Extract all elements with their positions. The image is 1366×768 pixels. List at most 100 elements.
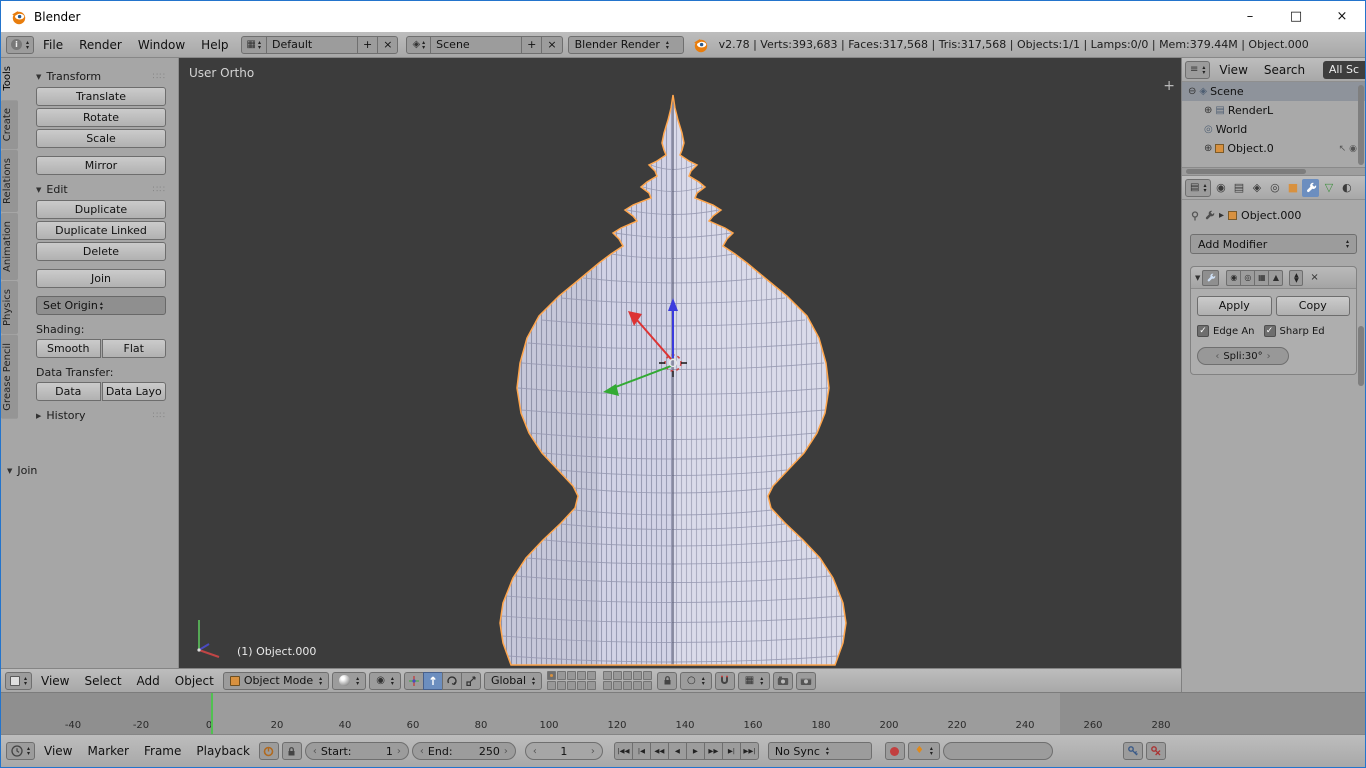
panel-header-history[interactable]: History: [36, 409, 166, 422]
3d-viewport-canvas[interactable]: [179, 58, 1181, 668]
panel-grip-icon[interactable]: [153, 411, 166, 421]
layer-cell[interactable]: [623, 671, 632, 680]
timeline-menu-playback[interactable]: Playback: [190, 744, 256, 758]
menu-window[interactable]: Window: [131, 33, 192, 57]
layer-cell[interactable]: [603, 681, 612, 690]
layer-cell[interactable]: [613, 681, 622, 690]
pin-icon[interactable]: [1190, 211, 1200, 221]
transform-orientation-dropdown[interactable]: Global: [484, 672, 542, 690]
layer-cell[interactable]: [547, 681, 556, 690]
panel-header-redo-join[interactable]: Join: [7, 464, 168, 477]
layout-close-button[interactable]: ×: [377, 36, 398, 54]
layer-cell[interactable]: [587, 681, 596, 690]
tab-material[interactable]: ◐: [1338, 179, 1355, 197]
layer-cell[interactable]: [557, 681, 566, 690]
shelf-tab-relations[interactable]: Relations: [1, 150, 18, 212]
proportional-edit-dropdown[interactable]: ○: [680, 672, 712, 690]
snap-element-dropdown[interactable]: ▦: [738, 672, 770, 690]
expand-icon[interactable]: ⊕: [1204, 106, 1212, 116]
panel-header-edit[interactable]: Edit: [36, 183, 166, 196]
layer-cell[interactable]: [613, 671, 622, 680]
panel-grip-icon[interactable]: [153, 185, 166, 195]
outliner-vertical-scrollbar[interactable]: [1358, 85, 1364, 165]
data-transfer-layout-button[interactable]: Data Layo: [102, 382, 167, 401]
snap-toggle-button[interactable]: [715, 672, 735, 690]
tab-object-data[interactable]: ▽: [1320, 179, 1337, 197]
split-angle-slider[interactable]: Spli:30°: [1197, 347, 1289, 365]
insert-keyframe-button[interactable]: [1123, 742, 1143, 760]
panel-header-transform[interactable]: Transform: [36, 70, 166, 83]
menu-render[interactable]: Render: [72, 33, 129, 57]
set-origin-dropdown[interactable]: Set Origin: [36, 296, 166, 315]
scrollbar-thumb[interactable]: [1186, 169, 1306, 174]
jump-prev-keyframe-button[interactable]: |◀: [632, 742, 651, 760]
timeline-ruler[interactable]: -40 -20 0 20 40 60 80 100 120 140 160 18…: [1, 692, 1365, 734]
tab-modifiers[interactable]: [1302, 179, 1319, 197]
layer-cell[interactable]: [557, 671, 566, 680]
minimize-button[interactable]: –: [1227, 1, 1273, 32]
use-preview-range-button[interactable]: [259, 742, 279, 760]
maximize-button[interactable]: □: [1273, 1, 1319, 32]
duplicate-button[interactable]: Duplicate: [36, 200, 166, 219]
mode-dropdown[interactable]: Object Mode: [223, 672, 329, 690]
menu-select[interactable]: Select: [79, 674, 128, 688]
restrict-render-icon[interactable]: ◉: [1349, 144, 1357, 154]
layout-add-button[interactable]: +: [357, 36, 378, 54]
window-titlebar[interactable]: Blender – □ ×: [1, 1, 1365, 32]
toggle-render-icon[interactable]: ◉: [1226, 270, 1241, 286]
viewport-shading-dropdown[interactable]: [332, 672, 366, 690]
add-modifier-dropdown[interactable]: Add Modifier: [1190, 234, 1357, 254]
play-reverse-button[interactable]: ◀: [668, 742, 687, 760]
outliner-row-world[interactable]: ◎ World: [1182, 120, 1365, 139]
outliner-row-scene[interactable]: ⊖ ◈ Scene: [1182, 82, 1365, 101]
jump-to-start-button[interactable]: |◀◀: [614, 742, 633, 760]
layer-cell[interactable]: [567, 671, 576, 680]
tab-scene[interactable]: ◈: [1248, 179, 1265, 197]
shade-flat-button[interactable]: Flat: [102, 339, 167, 358]
menu-object[interactable]: Object: [169, 674, 220, 688]
rotate-button[interactable]: Rotate: [36, 108, 166, 127]
current-frame-field[interactable]: 1: [525, 742, 603, 760]
layer-cell[interactable]: [603, 671, 612, 680]
viewport[interactable]: User Ortho (1) Object.000 + Tools Create…: [1, 58, 1181, 668]
layer-cell[interactable]: [577, 671, 586, 680]
jump-next-keyframe-button[interactable]: ▶|: [722, 742, 741, 760]
outliner-scope-dropdown[interactable]: All Sc: [1323, 61, 1365, 79]
editor-type-button-info[interactable]: i: [6, 36, 34, 54]
layers-widget-left[interactable]: [547, 671, 596, 690]
expand-icon[interactable]: ⊕: [1204, 144, 1212, 154]
duplicate-linked-button[interactable]: Duplicate Linked: [36, 221, 166, 240]
join-button[interactable]: Join: [36, 269, 166, 288]
scale-button[interactable]: Scale: [36, 129, 166, 148]
render-engine-dropdown[interactable]: Blender Render: [568, 36, 684, 54]
scene-close-button[interactable]: ×: [541, 36, 562, 54]
outliner-horizontal-scrollbar[interactable]: [1182, 167, 1365, 175]
shelf-tab-create[interactable]: Create: [1, 100, 18, 149]
record-button[interactable]: [885, 742, 905, 760]
apply-modifier-button[interactable]: Apply: [1197, 296, 1272, 316]
outliner-row-object[interactable]: ⊕ Object.0 ↖ ◉: [1182, 139, 1365, 158]
scene-name-field[interactable]: Scene: [430, 36, 522, 54]
active-keying-set-field[interactable]: [943, 742, 1053, 760]
shelf-tab-tools[interactable]: Tools: [1, 58, 18, 99]
collapse-icon[interactable]: ⊖: [1188, 87, 1196, 97]
restrict-select-icon[interactable]: ↖: [1339, 144, 1347, 154]
shelf-tab-animation[interactable]: Animation: [1, 213, 18, 280]
delete-keyframe-button[interactable]: [1146, 742, 1166, 760]
layer-cell[interactable]: [633, 671, 642, 680]
menu-file[interactable]: File: [36, 33, 70, 57]
end-frame-field[interactable]: End: 250: [412, 742, 516, 760]
translate-manipulator-button[interactable]: [423, 672, 443, 690]
keying-set-dropdown[interactable]: ♦: [908, 742, 940, 760]
lock-time-cursor-button[interactable]: [282, 742, 302, 760]
tab-render[interactable]: ◉: [1212, 179, 1229, 197]
editor-type-button-timeline[interactable]: [6, 742, 35, 760]
scene-add-button[interactable]: +: [521, 36, 542, 54]
sync-dropdown[interactable]: No Sync: [768, 742, 872, 760]
tab-render-layers[interactable]: ▤: [1230, 179, 1247, 197]
properties-vertical-scrollbar[interactable]: [1358, 326, 1364, 386]
start-frame-field[interactable]: Start: 1: [305, 742, 409, 760]
rotate-manipulator-button[interactable]: [442, 672, 462, 690]
opengl-render-anim-button[interactable]: [796, 672, 816, 690]
menu-add[interactable]: Add: [131, 674, 166, 688]
